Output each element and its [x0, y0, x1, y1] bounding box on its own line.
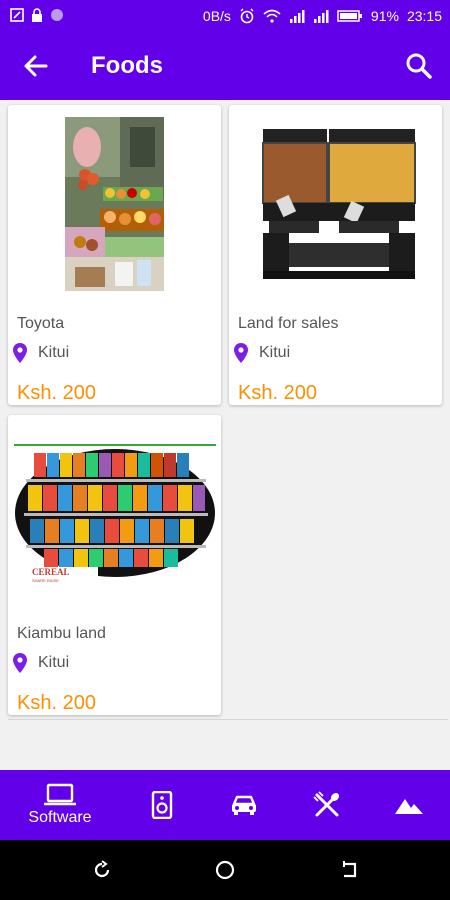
listing-card[interactable]: Land for sales Kitui Ksh. 200 — [229, 105, 442, 405]
back-system-button[interactable] — [338, 858, 362, 882]
signal-icon-2 — [313, 10, 329, 23]
listing-card[interactable]: Toyota Kitui Ksh. 200 — [8, 105, 221, 405]
listing-card[interactable]: CEREAL SHARE RAISE Kiambu land Kitui Ksh… — [8, 415, 221, 715]
cereal-dispenser-photo — [259, 125, 419, 285]
notification-dot-icon — [51, 9, 63, 21]
listing-title: Toyota — [17, 315, 65, 332]
clock: 23:15 — [406, 8, 442, 24]
location-row: Kitui — [13, 343, 69, 363]
mountain-icon — [395, 799, 423, 814]
location-row: Kitui — [13, 653, 69, 673]
listing-location: Kitui — [38, 344, 70, 361]
status-bar: 0B/s 91% 23:15 — [0, 0, 450, 32]
market-stall-photo — [65, 117, 164, 291]
location-pin-icon — [13, 343, 27, 363]
location-pin-icon — [234, 343, 248, 363]
back-system-icon — [343, 861, 357, 878]
alarm-icon — [240, 8, 254, 24]
back-button[interactable] — [20, 50, 52, 82]
listing-title: Land for sales — [238, 315, 339, 332]
recent-apps-button[interactable] — [90, 858, 114, 882]
car-icon — [232, 795, 256, 815]
search-button[interactable] — [403, 50, 435, 82]
rotate-icon — [94, 860, 110, 878]
data-rate: 0B/s — [202, 8, 231, 24]
screenshot-icon — [10, 8, 24, 22]
page-title: Foods — [91, 52, 163, 79]
svg-text:SHARE RAISE: SHARE RAISE — [32, 578, 59, 583]
listing-price: Ksh. 200 — [17, 692, 96, 714]
nav-label-software: Software — [28, 809, 92, 826]
search-icon — [406, 53, 432, 79]
laptop-icon — [44, 783, 76, 806]
listing-price: Ksh. 200 — [17, 382, 96, 404]
location-pin-icon — [13, 653, 27, 673]
signal-icon-1 — [289, 10, 305, 23]
divider — [8, 719, 448, 720]
battery-percent: 91% — [370, 8, 399, 24]
bottom-navigation: Software — [0, 770, 450, 840]
nav-item-food[interactable] — [302, 770, 352, 840]
home-button[interactable] — [213, 858, 237, 882]
nav-item-software[interactable]: Software — [15, 770, 105, 840]
nav-item-speaker[interactable] — [137, 770, 187, 840]
location-row: Kitui — [234, 343, 290, 363]
system-navigation-bar — [0, 840, 450, 900]
nav-item-vehicles[interactable] — [219, 770, 269, 840]
listing-location: Kitui — [259, 344, 291, 361]
nav-item-land[interactable] — [384, 770, 434, 840]
cereal-shelf-photo: CEREAL SHARE RAISE — [14, 443, 216, 588]
wifi-icon — [263, 9, 281, 23]
listing-title: Kiambu land — [17, 625, 106, 642]
app-bar: Foods — [0, 32, 450, 100]
listing-location: Kitui — [38, 654, 70, 671]
cutlery-icon — [313, 791, 340, 817]
cereal-caption: CEREAL — [32, 567, 70, 577]
lock-icon — [32, 8, 42, 22]
battery-icon — [337, 10, 362, 22]
speaker-icon — [151, 791, 173, 819]
listing-price: Ksh. 200 — [238, 382, 317, 404]
arrow-left-icon — [24, 55, 48, 77]
home-circle-icon — [215, 860, 235, 880]
